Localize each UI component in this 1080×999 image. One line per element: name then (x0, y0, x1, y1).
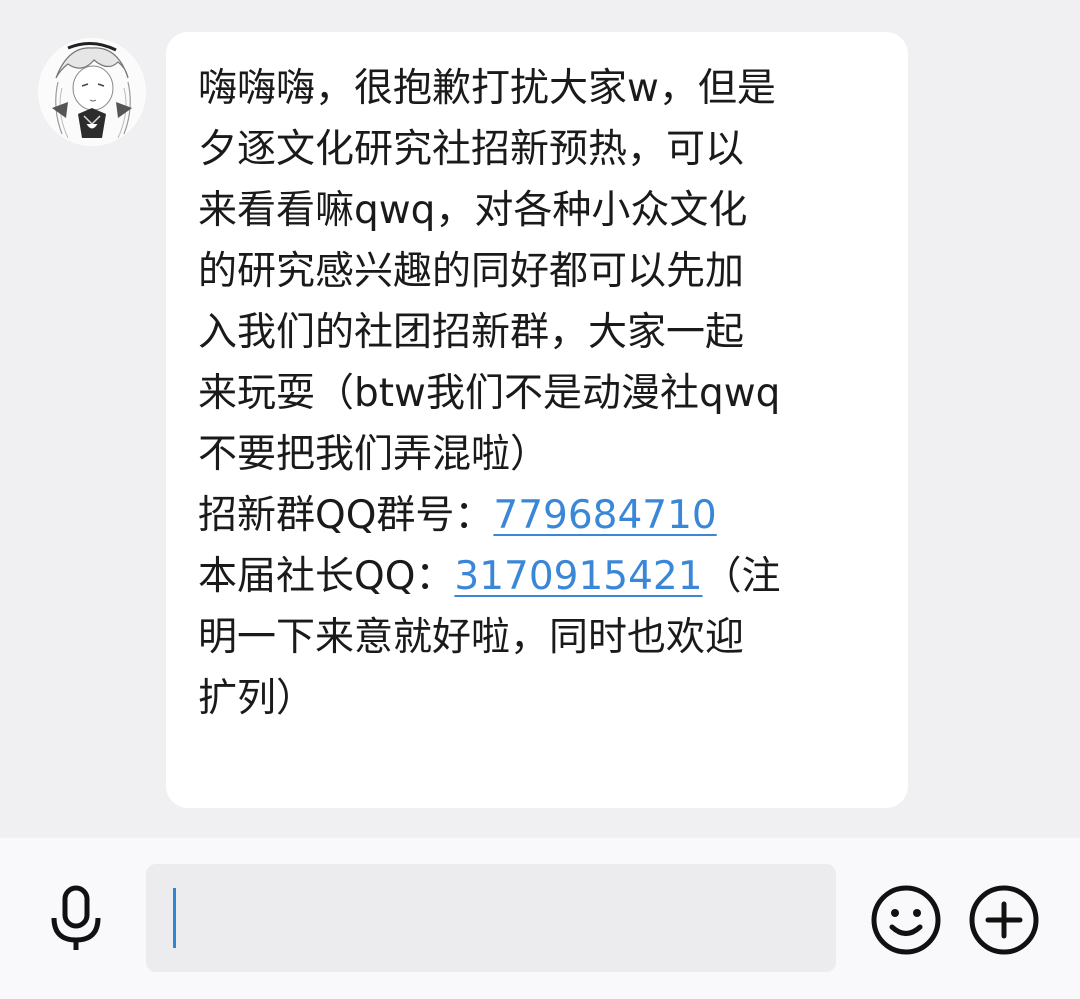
message-line: 明一下来意就好啦，同时也欢迎 (198, 615, 745, 660)
message-line: 来看看嘛qwq，对各种小众文化 (198, 188, 748, 233)
emoji-button[interactable] (868, 882, 944, 958)
smiley-icon (871, 885, 941, 955)
anime-avatar-icon (38, 38, 146, 146)
message-text: 嗨嗨嗨，很抱歉打扰大家w，但是 夕逐文化研究社招新预热，可以 来看看嘛qwq，对… (198, 58, 898, 729)
leader-qq-label: 本届社长QQ： (198, 554, 455, 599)
group-number-line: 招新群QQ群号：779684710 (198, 485, 898, 546)
leader-qq-line: 本届社长QQ：3170915421（注 (198, 546, 898, 607)
message-line: 扩列） (198, 676, 316, 721)
message-line: 入我们的社团招新群，大家一起 (198, 310, 745, 355)
more-button[interactable] (966, 882, 1042, 958)
message-line: 嗨嗨嗨，很抱歉打扰大家w，但是 (198, 66, 776, 111)
message-line: 夕逐文化研究社招新预热，可以 (198, 127, 745, 172)
message-line: 的研究感兴趣的同好都可以先加 (198, 249, 745, 294)
message-line: 不要把我们弄混啦） (198, 432, 550, 477)
plus-icon (969, 885, 1039, 955)
group-number-link[interactable]: 779684710 (493, 493, 716, 538)
sender-avatar[interactable] (38, 38, 146, 146)
leader-qq-suffix: （注 (702, 554, 781, 599)
text-caret (173, 888, 176, 948)
leader-qq-link[interactable]: 3170915421 (454, 554, 702, 599)
message-input[interactable] (146, 864, 836, 972)
voice-button[interactable] (40, 882, 112, 954)
group-number-label: 招新群QQ群号： (198, 493, 494, 538)
message-line: 来玩耍（btw我们不是动漫社qwq (198, 371, 781, 416)
microphone-icon (51, 885, 101, 950)
